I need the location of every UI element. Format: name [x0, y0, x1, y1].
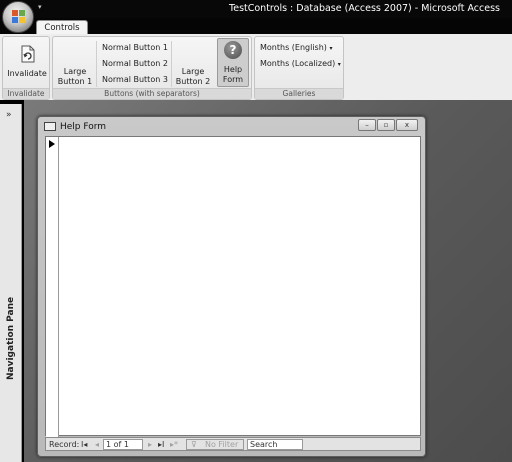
ribbon-tab-row: Controls: [0, 18, 512, 36]
large-button-1[interactable]: Large Button 1: [57, 67, 93, 87]
quick-access-dropdown-icon[interactable]: ▾: [38, 3, 42, 11]
help-icon: ?: [224, 41, 242, 59]
current-record-arrow-icon: [49, 140, 55, 148]
normal-button-1[interactable]: Normal Button 1: [102, 43, 168, 52]
form-detail-area[interactable]: [45, 136, 421, 437]
group-invalidate: Invalidate Invalidate: [2, 36, 50, 100]
navigation-pane[interactable]: » Navigation Pane: [0, 104, 22, 462]
refresh-document-icon: [21, 45, 35, 63]
office-button[interactable]: [2, 1, 34, 33]
current-record-field[interactable]: 1 of 1: [103, 439, 143, 450]
search-placeholder: Search: [250, 440, 278, 449]
record-label: Record:: [49, 440, 80, 449]
next-record-button[interactable]: ▸: [148, 440, 152, 449]
separator: [171, 41, 172, 87]
expand-chevron-icon[interactable]: »: [6, 110, 12, 120]
ribbon: Invalidate Invalidate Large Button 1 Nor…: [0, 34, 512, 100]
months-english-label: Months (English): [260, 43, 327, 52]
search-input[interactable]: Search: [247, 439, 303, 450]
new-record-button[interactable]: ▸*: [170, 440, 178, 449]
help-form-label: Help Form: [222, 65, 244, 84]
form-title: Help Form: [60, 122, 107, 132]
record-navigation-bar: Record: I◂ ◂ 1 of 1 ▸ ▸I ▸* ⊽ No Filter …: [45, 437, 421, 451]
previous-record-button[interactable]: ◂: [95, 440, 99, 449]
group-galleries: Months (English) ▾ Months (Localized) ▾ …: [254, 36, 344, 100]
current-record-value: 1 of 1: [106, 440, 129, 449]
restore-button[interactable]: ▫: [377, 119, 395, 131]
no-filter-label: No Filter: [205, 440, 239, 449]
months-english-gallery[interactable]: Months (English) ▾: [260, 43, 332, 52]
separator: [96, 41, 97, 87]
last-record-button[interactable]: ▸I: [158, 440, 164, 449]
filter-funnel-icon: ⊽: [191, 440, 197, 449]
months-localized-label: Months (Localized): [260, 59, 336, 68]
first-record-button[interactable]: I◂: [81, 440, 87, 449]
minimize-button[interactable]: –: [358, 119, 376, 131]
group-label-invalidate: Invalidate: [3, 88, 49, 99]
normal-button-2[interactable]: Normal Button 2: [102, 59, 168, 68]
dropdown-arrow-icon: ▾: [329, 45, 333, 52]
months-localized-gallery[interactable]: Months (Localized) ▾: [260, 59, 341, 68]
window-title: TestControls : Database (Access 2007) - …: [229, 3, 500, 14]
group-label-galleries: Galleries: [255, 88, 343, 99]
form-icon: [44, 122, 56, 131]
group-label-buttons: Buttons (with separators): [53, 88, 251, 99]
invalidate-button[interactable]: Invalidate: [3, 69, 51, 79]
normal-button-3[interactable]: Normal Button 3: [102, 75, 168, 84]
title-bar: ▾ TestControls : Database (Access 2007) …: [0, 0, 512, 18]
record-selector[interactable]: [46, 137, 59, 437]
close-button[interactable]: x: [396, 119, 418, 131]
filter-button[interactable]: ⊽ No Filter: [186, 439, 244, 450]
dropdown-arrow-icon: ▾: [337, 61, 341, 68]
office-logo-icon: [12, 10, 25, 23]
help-form-window: Help Form – ▫ x Record: I◂ ◂ 1 of 1 ▸ ▸I…: [37, 116, 426, 457]
navigation-pane-label: Navigation Pane: [6, 296, 16, 380]
large-button-2[interactable]: Large Button 2: [174, 67, 212, 87]
